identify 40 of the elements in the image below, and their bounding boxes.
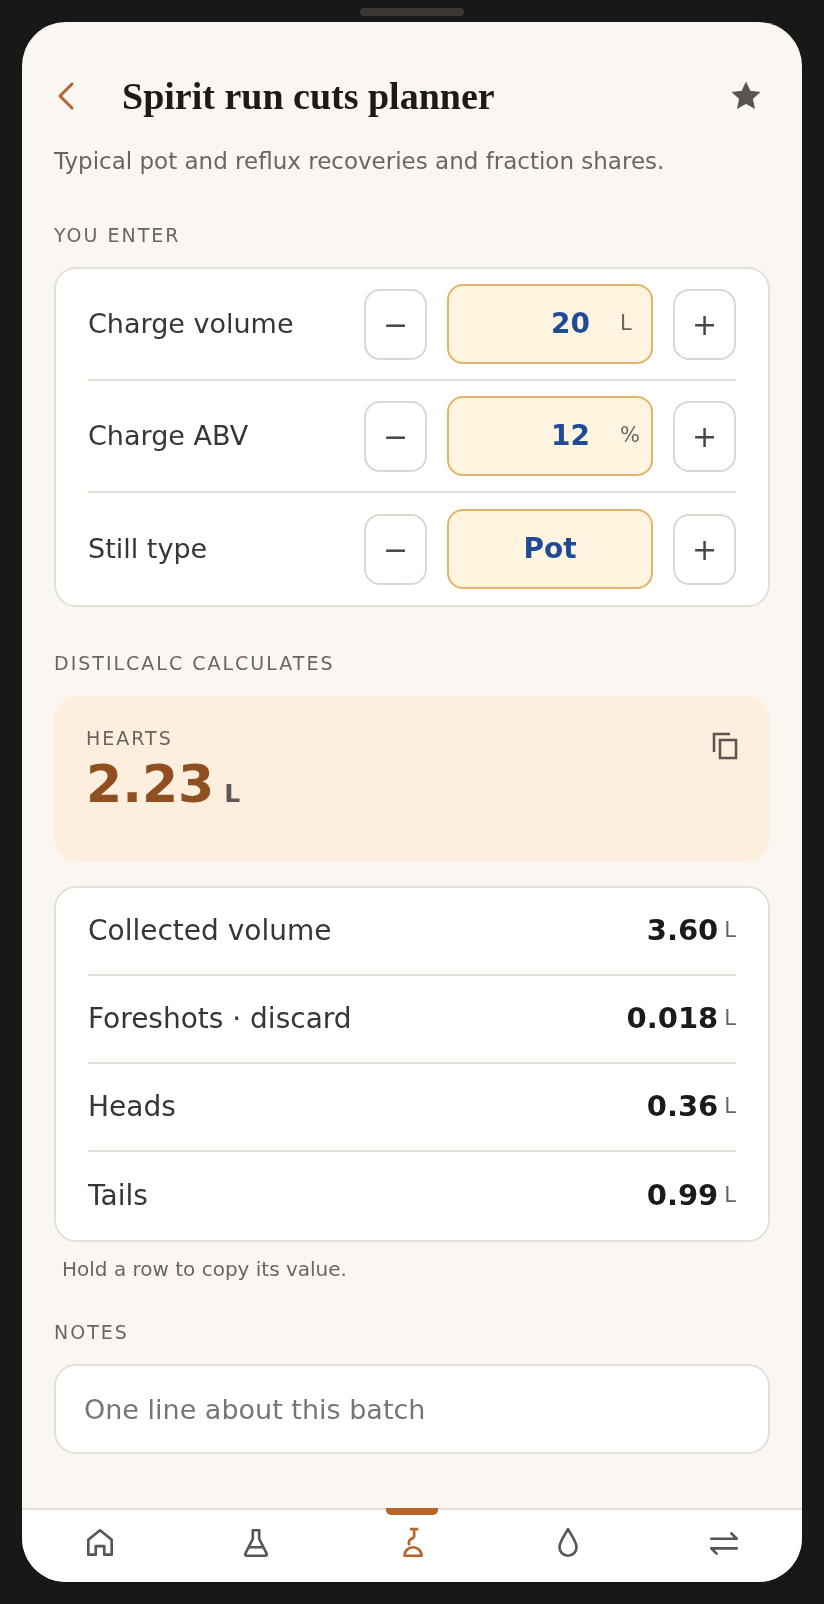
decrement-button[interactable]: − bbox=[364, 400, 427, 472]
result-label: HEARTS bbox=[86, 725, 174, 751]
section-heading: DISTILCALC CALCULATES bbox=[54, 651, 336, 676]
unit-label: L bbox=[224, 779, 241, 808]
result-value: 3.60 bbox=[646, 911, 719, 949]
increment-button[interactable]: + bbox=[673, 288, 736, 360]
result-label: Heads bbox=[88, 1088, 177, 1125]
subtitle: Typical pot and reflux recoveries and fraction shares. bbox=[54, 147, 666, 176]
increment-button[interactable]: + bbox=[673, 400, 736, 472]
increment-button[interactable]: + bbox=[673, 513, 736, 585]
section-heading: YOU ENTER bbox=[54, 222, 182, 248]
result-label: Foreshots · discard bbox=[88, 1000, 353, 1037]
result-value: 0.36 bbox=[646, 1087, 719, 1125]
field-label: Still type bbox=[88, 531, 209, 566]
hint-text: Hold a row to copy its value. bbox=[62, 1255, 348, 1283]
unit-label: L bbox=[724, 1181, 736, 1209]
star-icon[interactable] bbox=[730, 80, 762, 112]
copy-icon[interactable] bbox=[712, 731, 738, 760]
unit-label: L bbox=[724, 1004, 736, 1032]
value-text: 12 bbox=[550, 418, 590, 454]
unit-label: L bbox=[724, 1092, 736, 1120]
decrement-button[interactable]: − bbox=[364, 513, 427, 585]
field-label: Charge volume bbox=[88, 306, 295, 341]
unit-label: L bbox=[724, 916, 736, 944]
decrement-button[interactable]: − bbox=[364, 288, 427, 360]
notes-field[interactable]: One line about this batch bbox=[54, 1364, 770, 1454]
result-value: 0.99 bbox=[646, 1176, 719, 1214]
field-label: Charge ABV bbox=[88, 418, 250, 453]
value-field[interactable]: 20 L bbox=[447, 284, 653, 364]
result-label: Tails bbox=[88, 1177, 149, 1214]
page-title: Spirit run cuts planner bbox=[122, 73, 496, 119]
value-text: 20 bbox=[550, 306, 590, 342]
value-field[interactable]: Pot bbox=[447, 509, 653, 589]
result-value: 2.23 bbox=[86, 754, 215, 814]
section-heading: NOTES bbox=[54, 1319, 130, 1345]
result-label: Collected volume bbox=[88, 912, 333, 949]
result-value: 0.018 bbox=[626, 999, 719, 1037]
value-field[interactable]: 12 % bbox=[447, 396, 653, 476]
unit-label: % bbox=[620, 422, 640, 450]
unit-label: L bbox=[620, 310, 633, 338]
